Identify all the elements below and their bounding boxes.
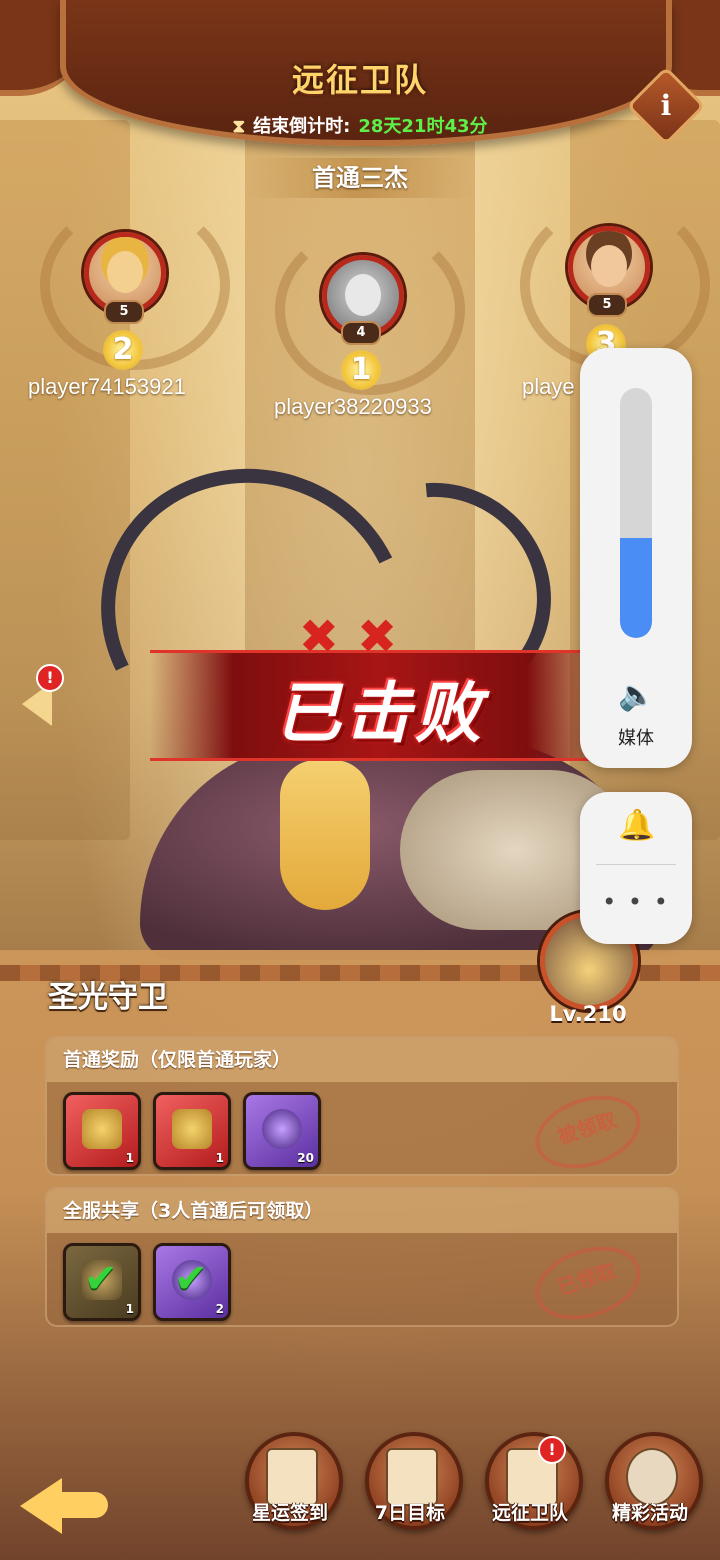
defeated-marks: ✖✖	[298, 609, 416, 665]
volume-label: 媒体	[618, 728, 654, 749]
alert-icon: !	[538, 1436, 566, 1464]
reward-item-olive-chest[interactable]: ✔ 1	[63, 1243, 141, 1321]
item-count: 20	[297, 1151, 314, 1165]
volume-slider[interactable]	[620, 388, 652, 638]
countdown-label: 结束倒计时:	[253, 116, 351, 137]
reward-item-purple-stone[interactable]: 20	[243, 1092, 321, 1170]
more-icon[interactable]: • • •	[580, 888, 692, 916]
nav-star-checkin[interactable]: 星运签到	[240, 1432, 343, 1532]
reward-items: 1 1 20 被领取	[47, 1082, 677, 1174]
hourglass-icon: ⧗	[232, 116, 246, 137]
item-count: 1	[215, 1151, 224, 1165]
check-icon: ✔	[174, 1256, 208, 1302]
speaker-icon: 🔈	[618, 678, 656, 713]
nav-7day-goal[interactable]: 7日目标	[360, 1432, 463, 1532]
rank-badge: 2	[103, 330, 143, 370]
volume-level	[620, 538, 652, 638]
player-name: player38220933	[274, 394, 432, 419]
server-share-reward-title: 全服共享（3人首通后可领取）	[47, 1189, 677, 1233]
volume-panel[interactable]: 🔈 媒体	[580, 348, 692, 768]
nav-events[interactable]: 精彩活动	[600, 1432, 703, 1532]
item-count: 2	[215, 1302, 224, 1316]
reward-item-red-chest[interactable]: 1	[153, 1092, 231, 1170]
reward-items: ✔ 1 ✔ 2 已领取	[47, 1233, 677, 1325]
boss-level: Lv.210	[549, 1002, 627, 1026]
info-icon: i	[660, 89, 672, 122]
check-icon: ✔	[84, 1256, 118, 1302]
gem-icon	[262, 1109, 302, 1149]
helmet-icon	[82, 1109, 122, 1149]
reward-item-purple-chest[interactable]: ✔ 2	[153, 1243, 231, 1321]
boss-name: 圣光守卫	[48, 980, 168, 1015]
player-name: player74153921	[28, 374, 186, 399]
defeated-label: 已击败	[275, 675, 485, 752]
helmet-icon	[172, 1109, 212, 1149]
boss-beard	[280, 760, 370, 910]
ringer-panel: 🔔 • • •	[580, 792, 692, 944]
countdown: ⧗ 结束倒计时: 28天21时43分	[0, 112, 720, 138]
server-share-reward-card: 全服共享（3人首通后可领取） ✔ 1 ✔ 2 已领取	[45, 1187, 679, 1327]
player-level-badge: 5	[104, 300, 144, 324]
back-button[interactable]	[20, 1462, 110, 1534]
first-clear-reward-card: 首通奖励（仅限首通玩家） 1 1 20 被领取	[45, 1036, 679, 1176]
top-three-title: 首通三杰	[245, 158, 475, 198]
nav-label: 远征卫队	[491, 1502, 568, 1524]
bell-icon[interactable]: 🔔	[618, 808, 655, 844]
player-name: playe	[522, 374, 575, 399]
nav-label: 精彩活动	[611, 1502, 688, 1524]
claimed-stamp: 已领取	[526, 1233, 650, 1325]
reward-item-red-chest[interactable]: 1	[63, 1092, 141, 1170]
item-count: 1	[125, 1151, 134, 1165]
alert-icon: !	[36, 664, 64, 692]
rank-badge: 1	[341, 350, 381, 390]
nav-label: 7日目标	[374, 1502, 446, 1524]
header-banner: 远征卫队 ⧗ 结束倒计时: 28天21时43分 i	[0, 0, 720, 150]
nav-label: 星运签到	[251, 1502, 328, 1524]
player-level-badge: 5	[587, 293, 627, 317]
countdown-value: 28天21时43分	[358, 116, 488, 137]
nav-expedition-guard[interactable]: 远征卫队 !	[480, 1432, 583, 1532]
item-count: 1	[125, 1302, 134, 1316]
player-level-badge: 4	[341, 321, 381, 345]
page-title: 远征卫队	[291, 61, 428, 99]
previous-stage-button[interactable]: !	[16, 664, 64, 726]
claimed-by-stamp: 被领取	[526, 1082, 650, 1174]
first-clear-reward-title: 首通奖励（仅限首通玩家）	[47, 1038, 677, 1082]
